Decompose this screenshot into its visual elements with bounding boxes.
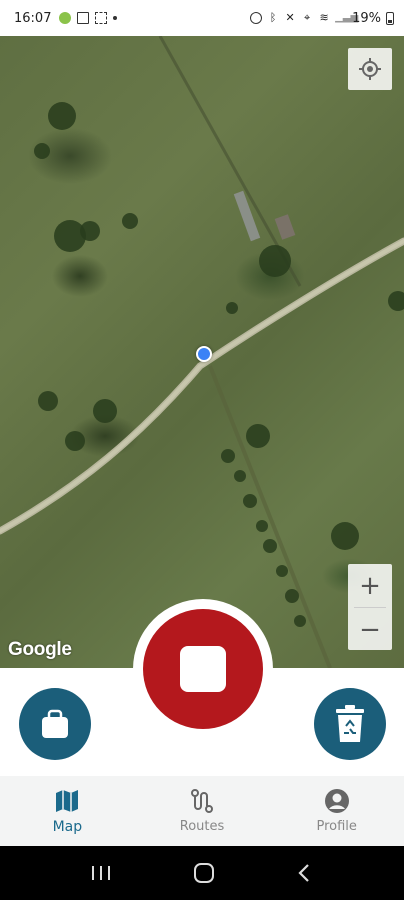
back-icon[interactable]	[295, 862, 315, 884]
google-attribution: Google	[8, 639, 72, 660]
nav-label-profile: Profile	[316, 819, 357, 834]
zoom-in-button[interactable]: +	[348, 564, 392, 607]
profile-icon	[324, 789, 349, 813]
mute-icon: ✕	[285, 11, 295, 24]
screenshot-notification-icon	[95, 12, 108, 24]
bluetooth-icon: ᛒ	[269, 11, 277, 24]
app-notification-icon	[59, 12, 72, 24]
nav-label-routes: Routes	[179, 819, 225, 834]
crosshair-icon	[359, 58, 381, 80]
signal-icon: ▁▃▅	[335, 12, 359, 23]
nav-item-map[interactable]: Map	[0, 776, 135, 846]
recycle-bin-icon	[336, 705, 364, 742]
image-notification-icon	[77, 12, 90, 24]
more-notifications-dot	[113, 16, 118, 20]
location-icon: ⌖	[303, 11, 311, 24]
my-location-button[interactable]	[348, 48, 392, 90]
zoom-out-button[interactable]: −	[348, 608, 392, 651]
status-system-icons: ᛒ ✕ ⌖ ≋ ▁▃▅ 19%	[250, 11, 394, 26]
recycle-bin-button[interactable]	[314, 688, 386, 760]
system-navigation-bar	[0, 846, 404, 900]
bag-icon	[42, 709, 68, 738]
wifi-icon: ≋	[319, 11, 329, 24]
map-icon	[56, 789, 79, 812]
nav-item-routes[interactable]: Routes	[135, 776, 270, 846]
stop-icon	[180, 646, 226, 692]
battery-percent: 19%	[352, 10, 381, 26]
battery-icon	[386, 11, 394, 25]
nav-label-map: Map	[52, 818, 83, 835]
bottom-navigation: Map Routes Profile	[0, 776, 404, 846]
zoom-controls: + −	[348, 564, 392, 650]
nav-item-profile[interactable]: Profile	[269, 776, 404, 846]
home-icon[interactable]	[192, 861, 216, 885]
bag-button[interactable]	[19, 688, 91, 760]
status-notification-icons	[59, 12, 118, 24]
alarm-icon	[250, 12, 263, 24]
current-location-marker	[196, 346, 212, 362]
recent-apps-icon[interactable]	[89, 863, 113, 883]
status-time: 16:07	[14, 10, 52, 26]
stop-recording-button[interactable]	[143, 609, 263, 729]
routes-icon	[191, 789, 213, 813]
satellite-map[interactable]: + − Google	[0, 36, 404, 668]
status-bar: 16:07 ᛒ ✕ ⌖ ≋ ▁▃▅ 19%	[0, 0, 404, 36]
